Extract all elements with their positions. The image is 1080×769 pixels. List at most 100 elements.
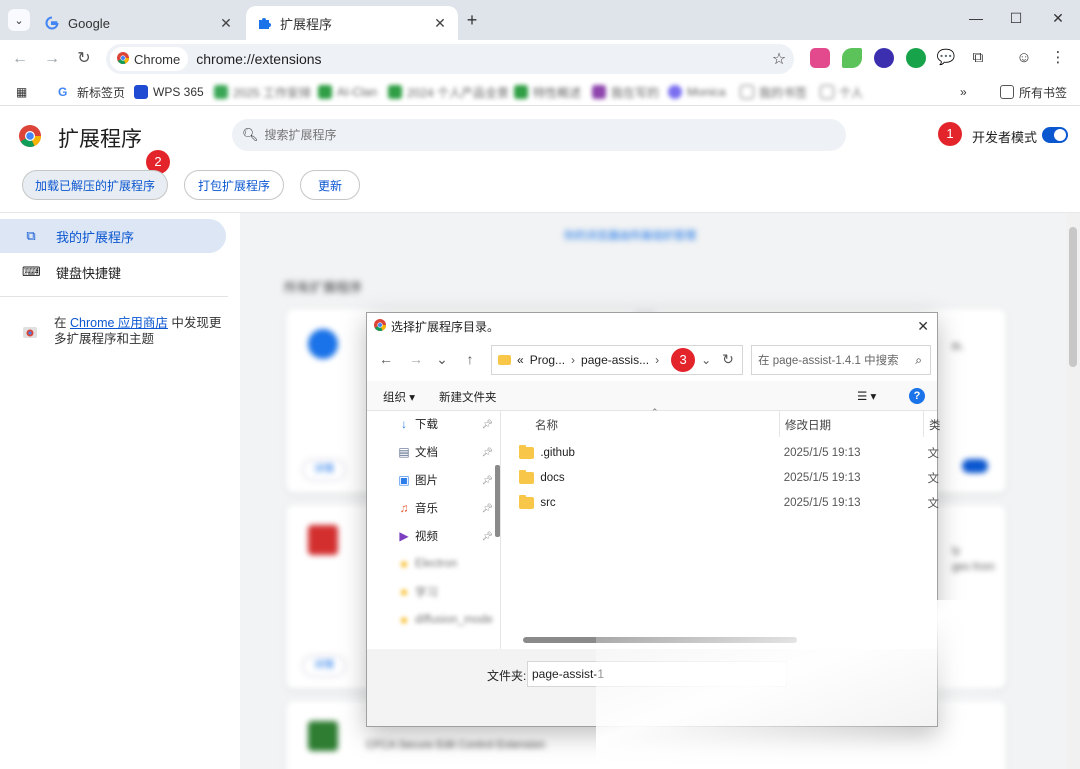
maximize-icon[interactable]: ☐ [1006,10,1026,30]
web-store-link[interactable]: Chrome 应用商店 [70,316,168,330]
bookmark-item[interactable]: 2024 个人产品全景 [388,82,509,102]
tab-extensions[interactable]: 扩展程序 ✕ [246,6,458,40]
video-icon: ▶ [399,529,409,543]
address-bar[interactable]: Chrome chrome://extensions ☆ [106,44,794,74]
translate-extension-icon[interactable] [810,48,830,68]
window-close-icon[interactable]: ✕ [1048,10,1068,30]
nav-item-videos[interactable]: ▶ 视频 📌︎ [397,523,493,549]
doc-icon [592,85,606,99]
folder-icon: ■ [400,585,408,599]
recent-locations-icon[interactable]: ⌄ [433,351,451,369]
view-options-icon[interactable]: ☰ ▾ [857,389,876,403]
tab-google[interactable]: Google ✕ [34,6,244,40]
nav-item-pictures[interactable]: ▣ 图片 📌︎ [397,467,493,493]
close-icon[interactable]: ✕ [432,15,448,32]
file-list-hscrollbar[interactable] [523,637,797,643]
folder-search-box[interactable]: 在 page-assist-1.4.1 中搜索 ⌕ [751,345,931,375]
refresh-icon[interactable]: ↻ [719,351,737,369]
path-breadcrumb[interactable]: « Prog... › page-assis... › 3 ⌄ [491,345,743,375]
pin-icon: 📌︎ [481,446,493,457]
column-header-name[interactable]: 名称 [535,417,558,433]
chevron-down-icon[interactable]: ⌄ [701,353,711,367]
new-folder-button[interactable]: 新建文件夹 [439,389,497,405]
nav-scrollbar[interactable] [495,465,500,537]
folder-icon [519,445,535,459]
doc-icon [388,85,402,99]
help-icon[interactable]: ? [909,388,925,404]
reload-icon[interactable]: ↻ [74,49,94,69]
back-arrow-icon[interactable]: ← [377,351,395,369]
sidebar: ⧉ 我的扩展程序 ⌨ 键盘快捷键 在 Chrome 应用商店 中发现更多扩展程序… [0,213,240,769]
apps-grid-icon[interactable]: ▦ [16,82,27,102]
bookmark-star-icon[interactable]: ☆ [764,49,794,69]
pack-extension-button[interactable]: 打包扩展程序 [184,170,284,200]
details-button[interactable]: 详情 [302,655,346,677]
scrollbar-thumb[interactable] [1069,227,1077,367]
folder-icon [740,85,754,99]
extension-search-input[interactable] [264,128,825,142]
dialog-nav-bar: ← → ⌄ ↑ « Prog... › page-assis... › 3 ⌄ … [367,339,937,381]
bookmark-item[interactable]: Monica [668,82,726,102]
all-bookmarks[interactable]: 所有书签 [1000,82,1067,102]
monica-extension-icon[interactable] [874,48,894,68]
nav-item-downloads[interactable]: ↓ 下载 📌︎ [397,411,493,437]
path-segment[interactable]: Prog... [530,353,565,367]
web-store-promo: 在 Chrome 应用商店 中发现更多扩展程序和主题 [22,315,222,347]
site-info-chip[interactable]: Chrome [110,47,189,71]
bookmark-item[interactable]: 特性概述 [514,82,581,102]
nav-item-music[interactable]: ♫ 音乐 📌︎ [397,495,494,521]
close-icon[interactable]: ✕ [917,318,929,335]
update-button[interactable]: 更新 [300,170,360,200]
folder-name-input[interactable] [527,661,787,687]
page-scrollbar[interactable] [1066,213,1080,769]
path-segment[interactable]: page-assis... [581,353,649,367]
minimize-icon[interactable]: — [966,10,986,30]
dev-mode-toggle[interactable] [1042,127,1068,143]
bookmark-folder[interactable]: 个人 [820,82,863,102]
chrome-icon [373,318,387,335]
column-header-type[interactable]: 类 [929,417,941,433]
back-arrow-icon[interactable]: ← [10,49,30,69]
tab-title: Google [68,15,110,31]
up-arrow-icon[interactable]: ↑ [461,351,479,369]
organize-button[interactable]: 组织 ▾ [383,389,415,405]
profile-avatar-icon[interactable]: ☺ [1014,48,1034,68]
bookmark-item[interactable]: 2025 工作安排 [214,82,311,102]
file-row[interactable]: docs 2025/1/5 19:13 文 [519,466,939,490]
nav-item-folder[interactable]: ■ 学习 [397,579,493,605]
chat-icon[interactable]: 💬 [936,48,956,68]
leaf-extension-icon[interactable] [842,48,862,68]
nav-item-documents[interactable]: ▤ 文档 📌︎ [397,439,493,465]
more-menu-icon[interactable]: ⋮ [1048,48,1068,68]
google-g-icon [44,15,60,31]
check-extension-icon[interactable] [906,48,926,68]
file-row[interactable]: src 2025/1/5 19:13 文 [519,491,939,515]
acrobat-icon [308,525,338,555]
details-button[interactable]: 详情 [302,459,346,481]
bookmark-item[interactable]: 我在写的 [592,82,659,102]
bookmark-wps[interactable]: WPS 365 [134,82,204,102]
extension-search-box[interactable]: 🔍︎ [232,119,846,151]
sidebar-item-keyboard-shortcuts[interactable]: ⌨ 键盘快捷键 [0,255,226,289]
bookmark-item[interactable]: AI-Clan [318,82,377,102]
bookmark-folder[interactable]: 我的书签 [740,82,807,102]
bookmark-new-tab[interactable]: G 新标签页 [58,82,125,102]
forward-arrow-icon[interactable]: → [407,351,425,369]
dialog-title-bar: 选择扩展程序目录。 ✕ [367,313,937,339]
extension-enable-toggle[interactable] [962,459,988,473]
new-tab-button[interactable]: + [462,10,482,30]
extensions-header: 扩展程序 🔍︎ 1 开发者模式 2 加载已解压的扩展程序 打包扩展程序 更新 [0,107,1080,213]
extensions-puzzle-icon[interactable]: ⧉ [968,48,988,68]
load-unpacked-button[interactable]: 加载已解压的扩展程序 [22,170,168,200]
pin-icon: 📌︎ [481,418,493,429]
close-icon[interactable]: ✕ [218,15,234,32]
file-row[interactable]: .github 2025/1/5 19:13 文 [519,441,939,465]
chevron-double-right-icon[interactable]: » [960,82,967,102]
column-header-date[interactable]: 修改日期 [785,417,831,433]
nav-item-folder[interactable]: ■ Electron [397,551,493,577]
tab-search-button[interactable]: ⌄ [8,9,30,31]
sidebar-item-my-extensions[interactable]: ⧉ 我的扩展程序 [0,219,226,253]
nav-item-folder[interactable]: ■ diffusion_mode [397,607,493,633]
folder-icon: ■ [400,613,408,627]
forward-arrow-icon[interactable]: → [42,49,62,69]
